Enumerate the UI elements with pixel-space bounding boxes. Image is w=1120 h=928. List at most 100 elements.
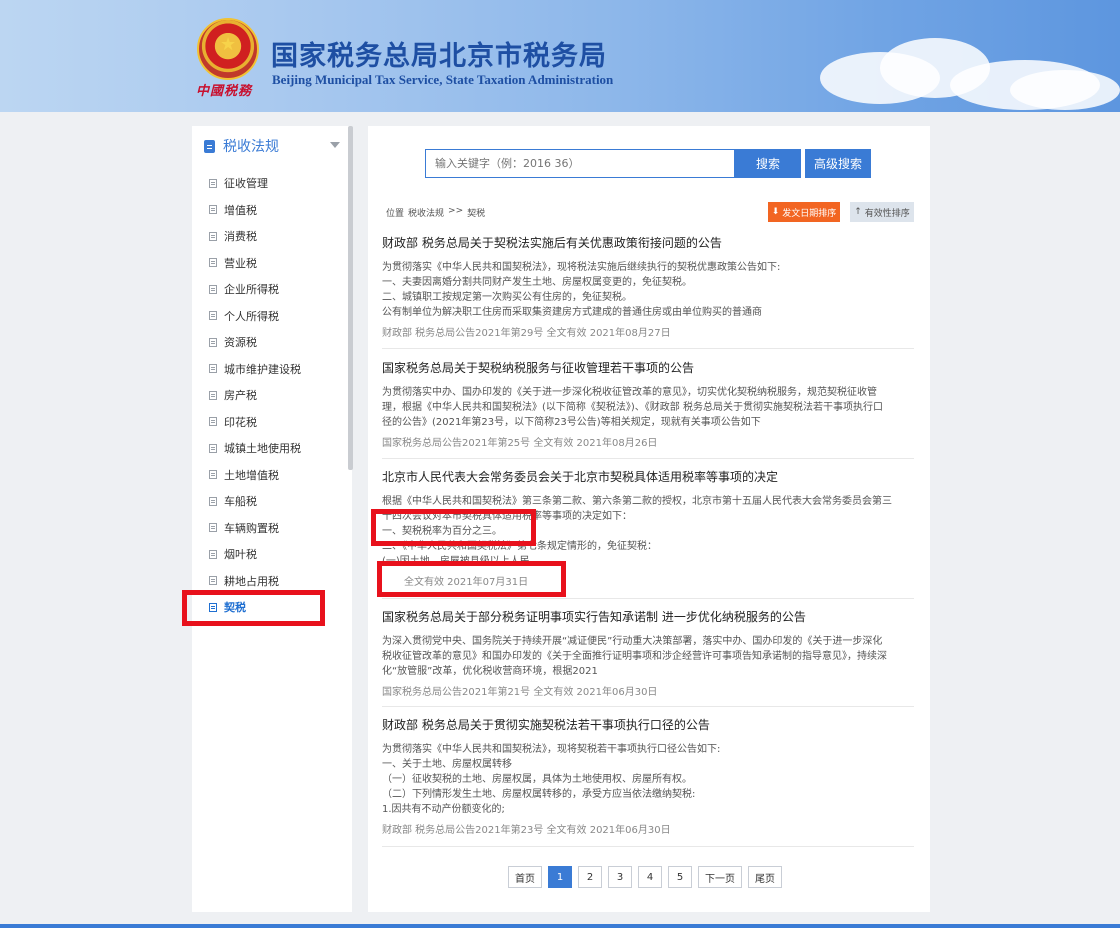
summary-line: 径的公告》(2021年第23号，以下简称23号公告)等相关规定，现就有关事项公告… — [382, 417, 761, 428]
article-summary: 为贯彻落实中办、国办印发的《关于进一步深化税收征管改革的意见》，切实优化契税纳税… — [382, 385, 914, 430]
sidebar-item-label: 印花税 — [224, 415, 257, 429]
sidebar-item-zhengshouguanli[interactable]: 征收管理 — [209, 170, 301, 197]
article-meta: 国家税务总局公告2021年第21号 全文有效 2021年06月30日 — [382, 687, 658, 698]
highlight-box-qishui — [182, 590, 325, 626]
summary-line: （二）下列情形发生土地、房屋权属转移的，承受方应当依法缴纳契税: — [382, 789, 696, 800]
sidebar-item-cheliangguozhi[interactable]: 车辆购置税 — [209, 515, 301, 542]
next-page-button[interactable]: 下一页 — [698, 866, 742, 888]
sidebar-item-fangchanshui[interactable]: 房产税 — [209, 382, 301, 409]
arrow-up-icon: ↑ — [854, 207, 862, 217]
summary-line: 为贯彻落实中办、国办印发的《关于进一步深化税收征管改革的意见》，切实优化契税纳税… — [382, 387, 877, 398]
divider — [382, 706, 914, 707]
article-title[interactable]: 财政部 税务总局关于契税法实施后有关优惠政策衔接问题的公告 — [382, 234, 914, 251]
sidebar-item-label: 增值税 — [224, 203, 257, 217]
sidebar-scrollbar[interactable] — [348, 126, 353, 470]
sidebar-item-chechuanshui[interactable]: 车船税 — [209, 488, 301, 515]
file-icon — [209, 523, 217, 533]
last-page-button[interactable]: 尾页 — [748, 866, 782, 888]
sort-by-date-button[interactable]: ⬇ 发文日期排序 — [768, 202, 840, 222]
document-icon — [204, 139, 215, 153]
list-item: 国家税务总局关于契税纳税服务与征收管理若干事项的公告 为贯彻落实中办、国办印发的… — [382, 359, 914, 449]
file-icon — [209, 576, 217, 586]
sidebar-item-qiyesuodeshui[interactable]: 企业所得税 — [209, 276, 301, 303]
summary-line: 一、夫妻因离婚分割共同财产发生土地、房屋权属变更的，免征契税。 — [382, 277, 692, 288]
summary-line: 一、关于土地、房屋权属转移 — [382, 759, 512, 770]
breadcrumb-level1[interactable]: 税收法规 — [408, 206, 444, 219]
sidebar-item-zengzhishui[interactable]: 增值税 — [209, 197, 301, 224]
file-icon — [209, 549, 217, 559]
summary-line: 根据《中华人民共和国契税法》第三条第二款、第六条第二款的授权，北京市第十五届人民… — [382, 496, 892, 507]
file-icon — [209, 390, 217, 400]
sidebar-item-xiaofeishui[interactable]: 消费税 — [209, 223, 301, 250]
site-header: ★ 中國税務 国家税务总局北京市税务局 Beijing Municipal Ta… — [0, 0, 1120, 112]
emblem-calligraphy: 中國税務 — [196, 84, 253, 99]
search-button[interactable]: 搜索 — [735, 149, 801, 178]
article-title[interactable]: 北京市人民代表大会常务委员会关于北京市契税具体适用税率等事项的决定 — [382, 468, 914, 485]
arrow-down-icon: ⬇ — [771, 207, 780, 217]
sort-by-validity-button[interactable]: ↑ 有效性排序 — [850, 202, 914, 222]
sidebar-item-ziyuanshui[interactable]: 资源税 — [209, 329, 301, 356]
sidebar-item-label: 车船税 — [224, 495, 257, 509]
divider — [382, 348, 914, 349]
article-summary: 为深入贯彻党中央、国务院关于持续开展“减证便民”行动重大决策部署，落实中办、国办… — [382, 634, 914, 679]
summary-line: 化“放管服”改革，优化税收营商环境，根据2021 — [382, 666, 598, 677]
page-button[interactable]: 5 — [668, 866, 692, 888]
sort-by-date-label: 发文日期排序 — [782, 208, 837, 219]
sidebar-item-gerensuodeshui[interactable]: 个人所得税 — [209, 303, 301, 330]
sidebar-item-label: 消费税 — [224, 230, 257, 244]
page-button[interactable]: 4 — [638, 866, 662, 888]
summary-line: 二、城镇职工按规定第一次购买公有住房的，免征契税。 — [382, 292, 632, 303]
breadcrumb-separator: >> — [448, 206, 464, 216]
sidebar-item-tudizengzhi[interactable]: 土地增值税 — [209, 462, 301, 489]
sidebar-item-yinhuashui[interactable]: 印花税 — [209, 409, 301, 436]
sidebar-item-label: 企业所得税 — [224, 283, 279, 297]
article-meta: 国家税务总局公告2021年第25号 全文有效 2021年08月26日 — [382, 438, 658, 449]
page-button[interactable]: 3 — [608, 866, 632, 888]
file-icon — [209, 258, 217, 268]
summary-line: 为贯彻落实《中华人民共和国契税法》，现将契税若干事项执行口径公告如下: — [382, 744, 721, 755]
sidebar-heading[interactable]: 税收法规 — [204, 136, 279, 156]
list-item: 财政部 税务总局关于契税法实施后有关优惠政策衔接问题的公告 为贯彻落实《中华人民… — [382, 234, 914, 339]
file-icon — [209, 337, 217, 347]
article-title[interactable]: 国家税务总局关于部分税务证明事项实行告知承诺制 进一步优化纳税服务的公告 — [382, 608, 914, 625]
sidebar-item-yingyeshui[interactable]: 营业税 — [209, 250, 301, 277]
summary-line: （一）征收契税的土地、房屋权属，具体为土地使用权、房屋所有权。 — [382, 774, 692, 785]
file-icon — [209, 284, 217, 294]
sidebar-item-label: 城市维护建设税 — [224, 362, 301, 376]
article-meta: 财政部 税务总局公告2021年第23号 全文有效 2021年06月30日 — [382, 825, 671, 836]
sidebar-item-yanyeshui[interactable]: 烟叶税 — [209, 541, 301, 568]
summary-line: 税收征管改革的意见》和国办印发的《关于全面推行证明事项和涉企经营许可事项告知承诺… — [382, 651, 887, 662]
summary-line: 公有制单位为解决职工住房而采取集资建房方式建成的普通住房或由单位购买的普通商 — [382, 307, 762, 318]
chevron-down-icon[interactable] — [330, 142, 340, 148]
list-item: 财政部 税务总局关于贯彻实施契税法若干事项执行口径的公告 为贯彻落实《中华人民共… — [382, 716, 914, 836]
article-title[interactable]: 财政部 税务总局关于贯彻实施契税法若干事项执行口径的公告 — [382, 716, 914, 733]
sort-by-validity-label: 有效性排序 — [864, 208, 910, 219]
file-icon — [209, 231, 217, 241]
site-title: 国家税务总局北京市税务局 — [271, 41, 607, 72]
breadcrumb-prefix: 位置 — [386, 209, 405, 219]
file-icon — [209, 443, 217, 453]
breadcrumb-level2[interactable]: 契税 — [467, 206, 485, 219]
summary-line: 为深入贯彻党中央、国务院关于持续开展“减证便民”行动重大决策部署，落实中办、国办… — [382, 636, 883, 647]
cloud-decoration — [1010, 70, 1120, 110]
file-icon — [209, 470, 217, 480]
sidebar-item-chengshiweihu[interactable]: 城市维护建设税 — [209, 356, 301, 383]
file-icon — [209, 205, 217, 215]
advanced-search-button[interactable]: 高级搜索 — [805, 149, 871, 178]
article-summary: 为贯彻落实《中华人民共和国契税法》，现将税法实施后继续执行的契税优惠政策公告如下… — [382, 260, 914, 320]
search-input[interactable] — [425, 149, 735, 178]
sidebar-item-label: 个人所得税 — [224, 309, 279, 323]
page-button-current[interactable]: 1 — [548, 866, 572, 888]
file-icon — [209, 364, 217, 374]
sidebar-item-chengzhentudi[interactable]: 城镇土地使用税 — [209, 435, 301, 462]
page-button[interactable]: 2 — [578, 866, 602, 888]
sidebar-item-label: 车辆购置税 — [224, 521, 279, 535]
highlight-box-validity — [377, 561, 566, 597]
first-page-button[interactable]: 首页 — [508, 866, 542, 888]
summary-line: 理，根据《中华人民共和国契税法》(以下简称《契税法》)、《财政部 税务总局关于贯… — [382, 402, 883, 413]
summary-line: 1.因共有不动产份额变化的; — [382, 804, 505, 815]
sidebar-item-label: 营业税 — [224, 256, 257, 270]
article-title[interactable]: 国家税务总局关于契税纳税服务与征收管理若干事项的公告 — [382, 359, 914, 376]
sidebar-heading-label: 税收法规 — [223, 139, 279, 155]
sidebar-item-label: 烟叶税 — [224, 548, 257, 562]
